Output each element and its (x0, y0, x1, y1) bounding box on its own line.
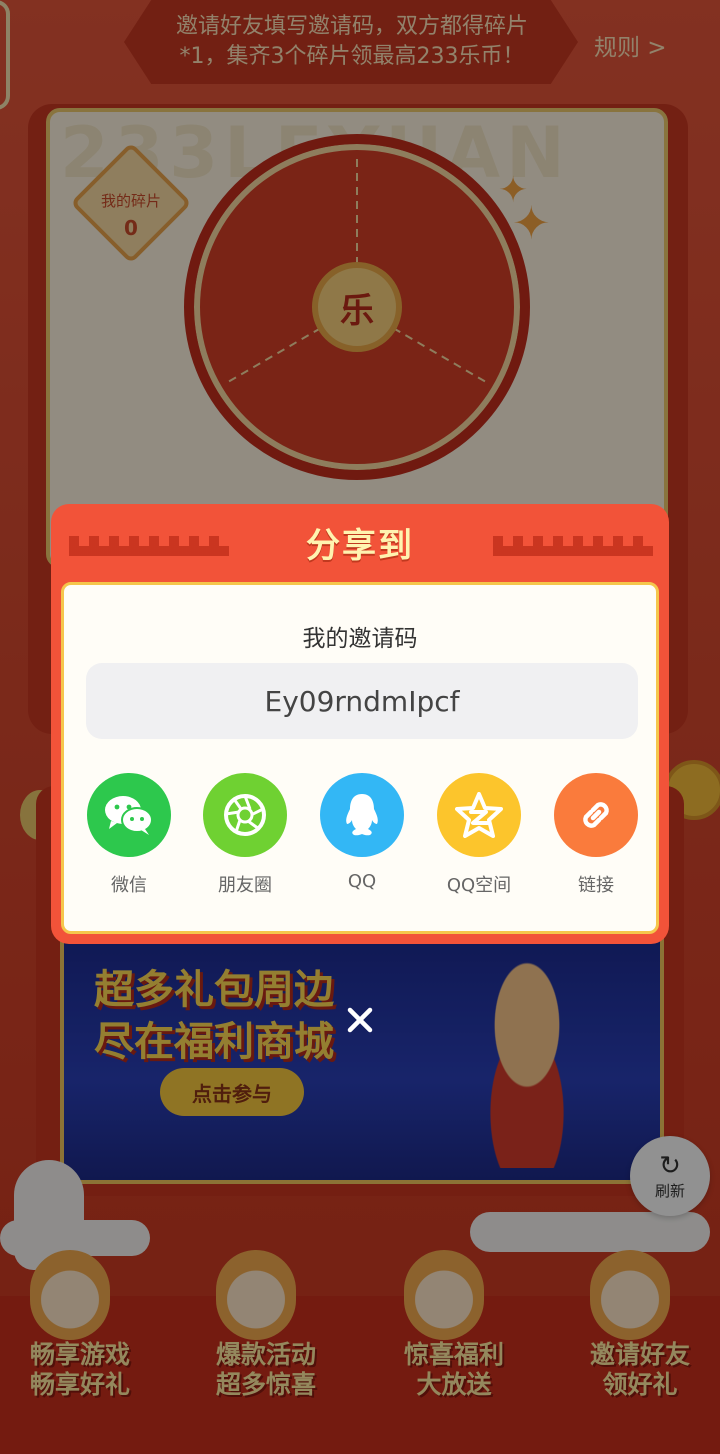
share-targets: 微信 朋友圈 QQ QQ空间 链接 (86, 773, 639, 896)
wechat-icon (87, 773, 171, 857)
share-moments-label: 朋友圈 (218, 875, 272, 896)
share-link-label: 链接 (578, 875, 614, 896)
qzone-icon (437, 773, 521, 857)
share-qzone-button[interactable]: QQ空间 (436, 773, 522, 896)
close-icon (347, 1007, 373, 1033)
modal-title: 分享到 (306, 526, 414, 566)
share-qzone-label: QQ空间 (446, 875, 512, 896)
share-wechat-label: 微信 (111, 875, 147, 896)
share-wechat-button[interactable]: 微信 (86, 773, 172, 896)
invite-code-field[interactable]: Ey09rndmIpcf (86, 663, 638, 739)
share-modal: 分享到 我的邀请码 Ey09rndmIpcf 微信 朋友圈 QQ QQ空间 链接 (51, 504, 669, 944)
share-modal-body: 我的邀请码 Ey09rndmIpcf 微信 朋友圈 QQ QQ空间 链接 (61, 582, 659, 934)
share-link-button[interactable]: 链接 (553, 773, 639, 896)
moments-icon (203, 773, 287, 857)
share-qq-button[interactable]: QQ (319, 773, 405, 893)
share-qq-label: QQ (347, 871, 377, 892)
qq-icon (320, 773, 404, 857)
invite-code-heading: 我的邀请码 (302, 626, 418, 652)
share-moments-button[interactable]: 朋友圈 (202, 773, 288, 896)
close-modal-button[interactable] (335, 995, 385, 1045)
link-icon (554, 773, 638, 857)
